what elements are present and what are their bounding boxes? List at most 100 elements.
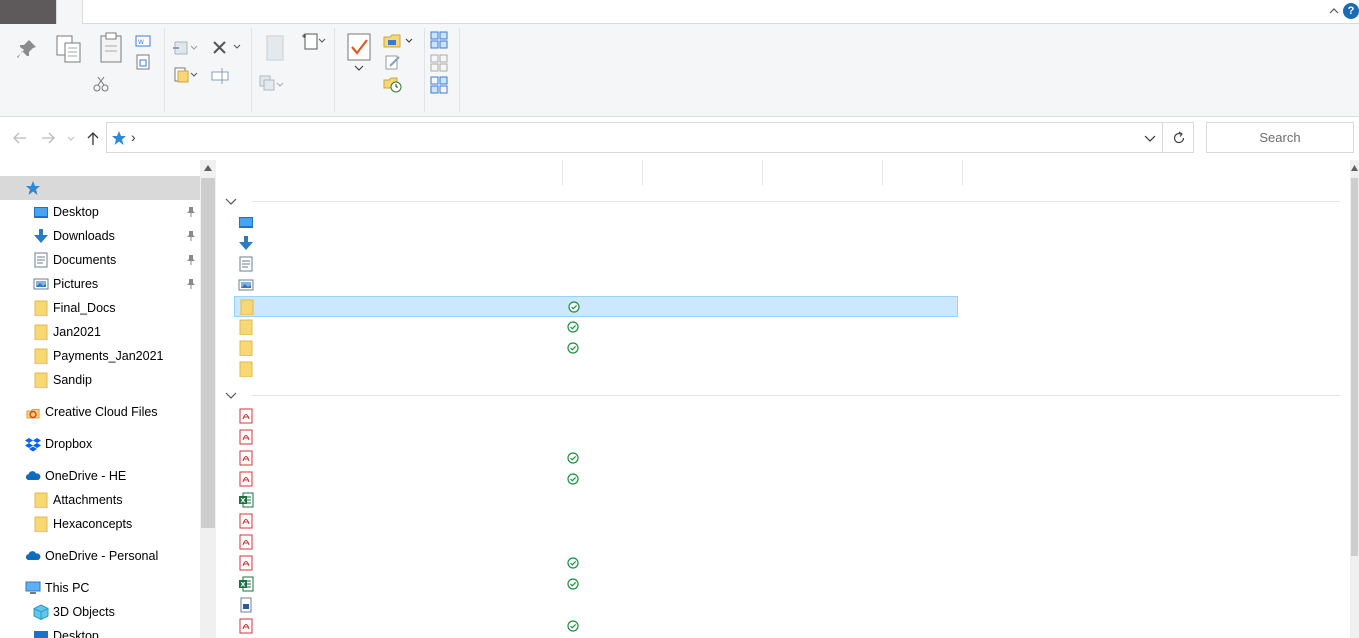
folder-row[interactable] xyxy=(234,275,958,296)
breadcrumb-separator[interactable]: › xyxy=(131,129,136,145)
sidebar-item-desktop-pc[interactable]: Desktop xyxy=(0,624,200,638)
downloads-icon xyxy=(34,229,48,243)
help-icon[interactable]: ? xyxy=(1343,3,1359,19)
group-collapse-chevron-icon[interactable] xyxy=(224,390,238,400)
select-none-icon[interactable] xyxy=(430,54,448,72)
sidebar-item-dropbox[interactable]: Dropbox xyxy=(0,432,200,456)
folder-row[interactable] xyxy=(234,254,958,275)
folder-row[interactable] xyxy=(234,233,958,254)
paste-icon[interactable] xyxy=(99,32,125,64)
refresh-button[interactable] xyxy=(1162,122,1194,153)
quick-access-item[interactable] xyxy=(0,176,200,200)
sync-available-icon xyxy=(568,301,580,313)
address-dropdown-chevron-icon[interactable] xyxy=(1144,133,1156,143)
recent-file-row[interactable] xyxy=(234,511,958,532)
file-tab[interactable] xyxy=(0,0,56,24)
copy-items-icon[interactable] xyxy=(258,74,284,94)
new-item-icon[interactable] xyxy=(300,32,326,52)
group-header-line xyxy=(252,201,1340,202)
scroll-up-arrow-icon[interactable] xyxy=(1351,164,1358,172)
recent-file-row[interactable] xyxy=(234,595,958,616)
column-header-divider[interactable] xyxy=(562,160,563,185)
sidebar-item-label: Documents xyxy=(53,253,117,267)
rename-icon[interactable] xyxy=(210,66,232,86)
column-header-divider[interactable] xyxy=(962,160,963,185)
folder-row[interactable] xyxy=(234,338,958,359)
creative-cloud-icon xyxy=(26,409,40,419)
recent-file-row[interactable] xyxy=(234,406,958,427)
recent-file-row[interactable] xyxy=(234,427,958,448)
column-header-divider[interactable] xyxy=(762,160,763,185)
file-list-scrollbar[interactable] xyxy=(1350,160,1359,638)
address-bar[interactable]: › xyxy=(106,122,1163,153)
sidebar-item-desktop[interactable]: Desktop xyxy=(0,200,200,224)
sidebar-item-pictures[interactable]: Pictures xyxy=(0,272,200,296)
sidebar-item-creative-cloud[interactable]: Creative Cloud Files xyxy=(0,400,200,424)
recent-file-row[interactable] xyxy=(234,448,958,469)
sidebar-item-3d-objects[interactable]: 3D Objects xyxy=(0,600,200,624)
pinned-icon[interactable] xyxy=(186,254,196,266)
new-folder-icon[interactable] xyxy=(264,34,286,62)
sidebar-item-sandip[interactable]: Sandip xyxy=(0,368,200,392)
back-arrow-icon[interactable] xyxy=(12,130,28,146)
properties-icon[interactable] xyxy=(346,32,374,72)
forward-arrow-icon[interactable] xyxy=(40,130,56,146)
history-icon[interactable] xyxy=(383,76,403,94)
sidebar-item-downloads[interactable]: Downloads xyxy=(0,224,200,248)
folder-row[interactable] xyxy=(234,317,958,338)
invert-selection-icon[interactable] xyxy=(430,76,448,94)
pdf-icon xyxy=(239,450,253,466)
recent-file-row[interactable]: X xyxy=(234,574,958,595)
search-input[interactable]: Search xyxy=(1206,122,1354,153)
edit-icon[interactable] xyxy=(384,54,402,70)
column-header-divider[interactable] xyxy=(882,160,883,185)
move-to-icon[interactable] xyxy=(172,40,198,56)
svg-text:X: X xyxy=(241,581,246,589)
pin-to-quick-access-icon[interactable] xyxy=(16,38,38,60)
recent-file-row[interactable] xyxy=(234,616,958,637)
sidebar-item-label: Desktop xyxy=(53,205,99,219)
pinned-icon[interactable] xyxy=(186,230,196,242)
copy-to-icon[interactable] xyxy=(172,66,198,84)
scrollbar-thumb[interactable] xyxy=(201,178,215,528)
sidebar-item-label: Payments_Jan2021 xyxy=(53,349,164,363)
copy-path-icon[interactable]: W xyxy=(135,34,151,48)
folder-row[interactable] xyxy=(234,359,958,380)
recent-file-row[interactable] xyxy=(234,532,958,553)
scrollbar-thumb[interactable] xyxy=(1351,178,1358,556)
pinned-icon[interactable] xyxy=(186,206,196,218)
collapse-ribbon-icon[interactable] xyxy=(1327,4,1341,18)
home-tab[interactable] xyxy=(56,0,83,25)
folder-icon xyxy=(239,340,253,356)
sync-available-icon xyxy=(567,473,579,485)
folder-row[interactable] xyxy=(234,212,958,233)
sidebar-item-jan2021[interactable]: Jan2021 xyxy=(0,320,200,344)
recent-file-row[interactable]: X xyxy=(234,490,958,511)
scroll-up-arrow-icon[interactable] xyxy=(203,164,213,172)
sidebar-item-hexaconcepts[interactable]: Hexaconcepts xyxy=(0,512,200,536)
select-all-icon[interactable] xyxy=(430,31,448,49)
group-collapse-chevron-icon[interactable] xyxy=(224,196,238,206)
recent-file-row[interactable] xyxy=(234,553,958,574)
onedrive-icon xyxy=(25,471,41,480)
open-icon[interactable] xyxy=(382,32,416,50)
folder-row[interactable] xyxy=(234,296,958,317)
sidebar-item-documents[interactable]: Documents xyxy=(0,248,200,272)
recent-file-row[interactable] xyxy=(234,469,958,490)
sidebar-item-attachments[interactable]: Attachments xyxy=(0,488,200,512)
column-header-divider[interactable] xyxy=(642,160,643,185)
sidebar-item-onedrive-he[interactable]: OneDrive - HE xyxy=(0,464,200,488)
pinned-icon[interactable] xyxy=(186,278,196,290)
delete-icon[interactable] xyxy=(210,38,242,58)
up-arrow-icon[interactable] xyxy=(85,130,101,146)
navigation-pane-scrollbar[interactable] xyxy=(200,160,216,638)
sidebar-item-onedrive-personal[interactable]: OneDrive - Personal xyxy=(0,544,200,568)
paste-shortcut-icon[interactable] xyxy=(135,54,151,70)
sidebar-item-this-pc[interactable]: This PC xyxy=(0,576,200,600)
sidebar-item-label: Creative Cloud Files xyxy=(45,405,158,419)
sidebar-item-payments-jan2021[interactable]: Payments_Jan2021 xyxy=(0,344,200,368)
sidebar-item-final-docs[interactable]: Final_Docs xyxy=(0,296,200,320)
cut-icon[interactable] xyxy=(93,76,109,92)
copy-icon[interactable] xyxy=(55,34,83,64)
recent-locations-chevron-icon[interactable] xyxy=(66,130,76,146)
